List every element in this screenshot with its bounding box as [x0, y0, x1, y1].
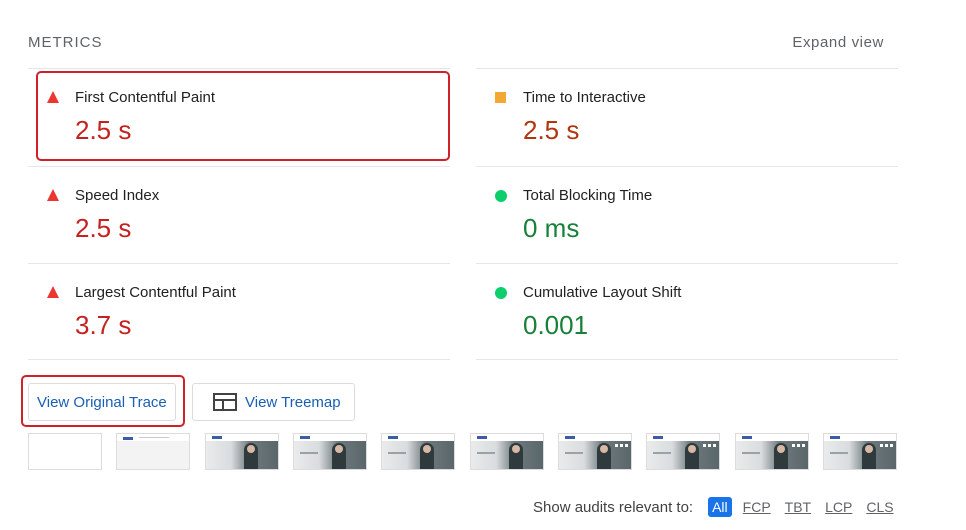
metric-label: Time to Interactive — [523, 89, 646, 106]
red-triangle-icon — [47, 189, 59, 201]
orange-square-icon — [495, 92, 506, 103]
metric-label: Largest Contentful Paint — [75, 284, 236, 301]
metric-value: 2.5 s — [523, 115, 580, 145]
metric-first-contentful-paint: First Contentful Paint 2.5 s — [28, 68, 450, 165]
red-triangle-icon — [47, 286, 59, 298]
green-circle-icon — [495, 287, 507, 299]
expand-view-toggle[interactable]: Expand view — [792, 34, 884, 51]
metric-value: 0 ms — [523, 213, 580, 243]
metric-largest-contentful-paint: Largest Contentful Paint 3.7 s — [28, 263, 450, 360]
metrics-header: METRICS Expand view — [28, 32, 888, 52]
metric-label: Cumulative Layout Shift — [523, 284, 682, 301]
filmstrip-frame — [28, 433, 102, 470]
metric-label: First Contentful Paint — [75, 89, 216, 106]
metric-cumulative-layout-shift: Cumulative Layout Shift 0.001 — [476, 263, 898, 360]
view-original-trace-label: View Original Trace — [37, 393, 167, 411]
red-triangle-icon — [47, 91, 59, 103]
metric-value: 2.5 s — [75, 213, 132, 243]
metric-label: Total Blocking Time — [523, 187, 653, 204]
view-treemap-label: View Treemap — [245, 393, 341, 411]
filmstrip-frame — [116, 433, 190, 470]
filter-chip-fcp[interactable]: FCP — [743, 499, 771, 515]
treemap-icon — [213, 393, 237, 411]
audit-filter-label: Show audits relevant to: — [533, 498, 694, 516]
filmstrip-frame — [381, 433, 455, 470]
filmstrip-frame — [735, 433, 809, 470]
metric-value: 2.5 s — [75, 115, 132, 145]
view-treemap-button[interactable]: View Treemap — [192, 383, 355, 421]
audit-filter-bar: Show audits relevant to: All FCP TBT LCP… — [533, 496, 894, 518]
lighthouse-metrics-panel: METRICS Expand view First Contentful Pai… — [0, 0, 966, 530]
filmstrip-frame — [646, 433, 720, 470]
filter-chip-tbt[interactable]: TBT — [785, 499, 811, 515]
metric-value: 0.001 — [523, 310, 589, 340]
filter-chip-cls[interactable]: CLS — [866, 499, 893, 515]
filmstrip-frame — [293, 433, 367, 470]
filmstrip-frame — [823, 433, 897, 470]
metrics-title: METRICS — [28, 33, 103, 51]
green-circle-icon — [495, 190, 507, 202]
metric-speed-index: Speed Index 2.5 s — [28, 166, 450, 263]
filmstrip-frame — [205, 433, 279, 470]
metric-value: 3.7 s — [75, 310, 132, 340]
filmstrip-frame — [558, 433, 632, 470]
metric-time-to-interactive: Time to Interactive 2.5 s — [476, 68, 898, 165]
filmstrip-frame — [470, 433, 544, 470]
metric-label: Speed Index — [75, 187, 160, 204]
view-original-trace-button[interactable]: View Original Trace — [28, 383, 176, 421]
filter-chip-lcp[interactable]: LCP — [825, 499, 852, 515]
filter-chip-all[interactable]: All — [708, 497, 732, 517]
metrics-grid: First Contentful Paint 2.5 s Time to Int… — [28, 68, 898, 361]
metric-total-blocking-time: Total Blocking Time 0 ms — [476, 166, 898, 263]
filmstrip — [28, 433, 898, 471]
